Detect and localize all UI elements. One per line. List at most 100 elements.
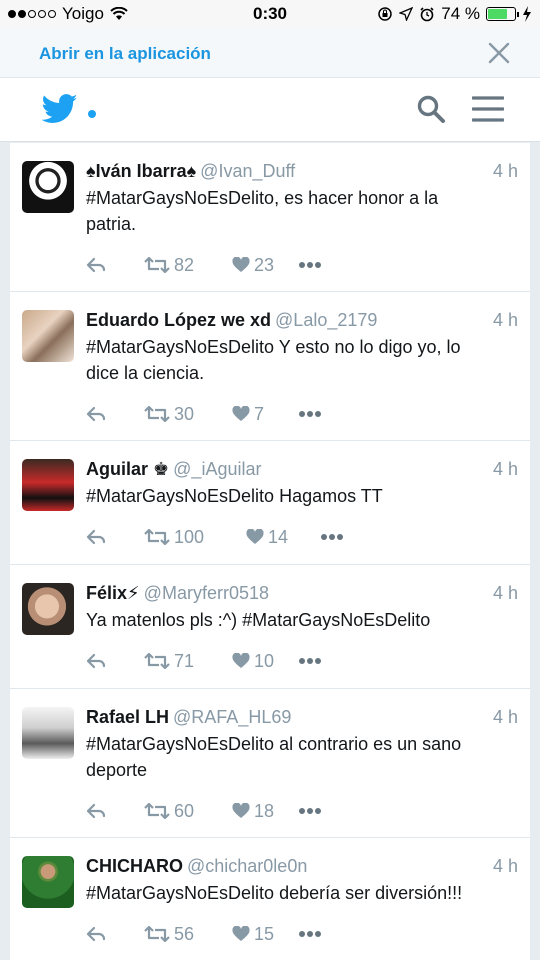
charging-icon [523, 6, 531, 22]
tweet-text-line: #MatarGaysNoEsDelito debería ser diversi… [86, 883, 463, 903]
retweet-count: 71 [174, 650, 195, 671]
more-options-icon[interactable] [298, 930, 322, 938]
like-count: 23 [254, 254, 275, 275]
reply-icon[interactable] [86, 653, 106, 669]
retweet-button[interactable]: 60 [144, 801, 194, 822]
notification-dot [88, 110, 96, 118]
like-button[interactable]: 18 [232, 801, 274, 822]
tweet-time[interactable]: 4 h [493, 310, 518, 331]
heart-icon [232, 406, 250, 422]
tweet-actions: 30 7 [86, 402, 518, 426]
tweet-actions: 71 10 [86, 649, 518, 673]
user-handle[interactable]: @_iAguilar [173, 459, 261, 479]
reply-icon[interactable] [86, 529, 106, 545]
retweet-button[interactable]: 82 [144, 255, 194, 276]
alarm-icon [420, 7, 434, 22]
tweet-time[interactable]: 4 h [493, 707, 518, 728]
battery-icon [486, 7, 519, 21]
like-count: 10 [254, 650, 275, 671]
tweet-header: CHICHARO @chichar0le0n 4 h [86, 856, 518, 878]
heart-icon [232, 653, 250, 669]
open-in-app-link[interactable]: Abrir en la aplicación [39, 44, 211, 64]
hamburger-menu-icon[interactable] [472, 95, 504, 123]
tweet-actions: 100 14 [86, 525, 518, 549]
display-name[interactable]: CHICHARO [86, 856, 183, 876]
tweet[interactable]: CHICHARO @chichar0le0n 4 h #MatarGaysNoEs… [10, 838, 530, 960]
user-handle[interactable]: @chichar0le0n [187, 856, 307, 876]
tweet-text: #MatarGaysNoEsDelito Y esto no lo digo y… [86, 334, 494, 386]
like-button[interactable]: 15 [232, 924, 274, 945]
retweet-icon [144, 803, 170, 819]
tweet[interactable]: Eduardo López we xd @Lalo_2179 4 h #Matar… [10, 292, 530, 441]
twitter-bird-icon[interactable] [42, 94, 78, 124]
battery-level [488, 9, 508, 19]
reply-icon[interactable] [86, 803, 106, 819]
like-count: 7 [254, 403, 265, 424]
retweet-count: 30 [174, 403, 195, 424]
like-count: 14 [268, 526, 289, 547]
tweet-timeline: ♠Iván Ibarra♠ @Ivan_Duff 4 h #MatarGaysNo… [10, 143, 530, 960]
tweet[interactable]: Félix⚡ @Maryferr0518 4 h Ya matenlos pls … [10, 565, 530, 689]
more-options-icon[interactable] [298, 410, 322, 418]
tweet[interactable]: Rafael LH @RAFA_HL69 4 h #MatarGaysNoEsDe… [10, 689, 530, 838]
avatar[interactable] [22, 161, 74, 213]
retweet-button[interactable]: 30 [144, 404, 194, 425]
tweet-text-line: dice la ciencia. [86, 363, 205, 383]
retweet-count: 60 [174, 800, 195, 821]
retweet-button[interactable]: 71 [144, 651, 194, 672]
tweet-text: #MatarGaysNoEsDelito al contrario es un … [86, 731, 494, 783]
avatar[interactable] [22, 707, 74, 759]
heart-icon [232, 257, 250, 273]
display-name[interactable]: Félix⚡ [86, 583, 140, 603]
more-options-icon[interactable] [298, 657, 322, 665]
open-in-app-banner: Abrir en la aplicación [0, 28, 540, 78]
heart-icon [232, 803, 250, 819]
retweet-icon [144, 257, 170, 273]
like-button[interactable]: 23 [232, 255, 274, 276]
reply-icon[interactable] [86, 406, 106, 422]
tweet-text-line: #MatarGaysNoEsDelito, es hacer honor a l… [86, 188, 439, 208]
like-button[interactable]: 10 [232, 651, 274, 672]
display-name[interactable]: ♠Iván Ibarra♠ [86, 161, 196, 181]
tweet-time[interactable]: 4 h [493, 856, 518, 877]
tweet-text: #MatarGaysNoEsDelito debería ser diversi… [86, 880, 494, 906]
like-button[interactable]: 14 [246, 527, 288, 548]
tweet-actions: 56 15 [86, 922, 518, 946]
reply-icon[interactable] [86, 926, 106, 942]
tweet[interactable]: ♠Iván Ibarra♠ @Ivan_Duff 4 h #MatarGaysNo… [10, 143, 530, 292]
tweet[interactable]: Aguilar ♚ @_iAguilar 4 h #MatarGaysNoEsDe… [10, 441, 530, 565]
user-handle[interactable]: @Lalo_2179 [275, 310, 377, 330]
retweet-button[interactable]: 100 [144, 527, 204, 548]
avatar[interactable] [22, 310, 74, 362]
tweet-text: Ya matenlos pls :^) #MatarGaysNoEsDelito [86, 607, 494, 633]
retweet-icon [144, 926, 170, 942]
rotation-lock-icon [378, 7, 392, 21]
status-bar: Yoigo 0:30 74 % [0, 0, 540, 28]
user-handle[interactable]: @Maryferr0518 [144, 583, 269, 603]
reply-icon[interactable] [86, 257, 106, 273]
avatar[interactable] [22, 856, 74, 908]
retweet-button[interactable]: 56 [144, 924, 194, 945]
close-icon[interactable] [488, 42, 510, 64]
user-handle[interactable]: @Ivan_Duff [200, 161, 295, 181]
tweet-header: ♠Iván Ibarra♠ @Ivan_Duff 4 h [86, 161, 518, 183]
more-options-icon[interactable] [320, 533, 344, 541]
search-icon[interactable] [416, 94, 446, 124]
tweet-actions: 60 18 [86, 799, 518, 823]
like-button[interactable]: 7 [232, 404, 264, 425]
avatar[interactable] [22, 583, 74, 635]
display-name[interactable]: Eduardo López we xd [86, 310, 271, 330]
display-name[interactable]: Rafael LH [86, 707, 169, 727]
tweet-text-line: Ya matenlos pls :^) #MatarGaysNoEsDelito [86, 610, 431, 630]
more-options-icon[interactable] [298, 261, 322, 269]
display-name[interactable]: Aguilar ♚ [86, 459, 169, 479]
avatar[interactable] [22, 459, 74, 511]
tweet-header: Rafael LH @RAFA_HL69 4 h [86, 707, 518, 729]
tweet-time[interactable]: 4 h [493, 583, 518, 604]
more-options-icon[interactable] [298, 807, 322, 815]
user-handle[interactable]: @RAFA_HL69 [173, 707, 291, 727]
tweet-text-line: #MatarGaysNoEsDelito Y esto no lo digo y… [86, 337, 461, 357]
tweet-time[interactable]: 4 h [493, 161, 518, 182]
retweet-icon [144, 529, 170, 545]
tweet-time[interactable]: 4 h [493, 459, 518, 480]
